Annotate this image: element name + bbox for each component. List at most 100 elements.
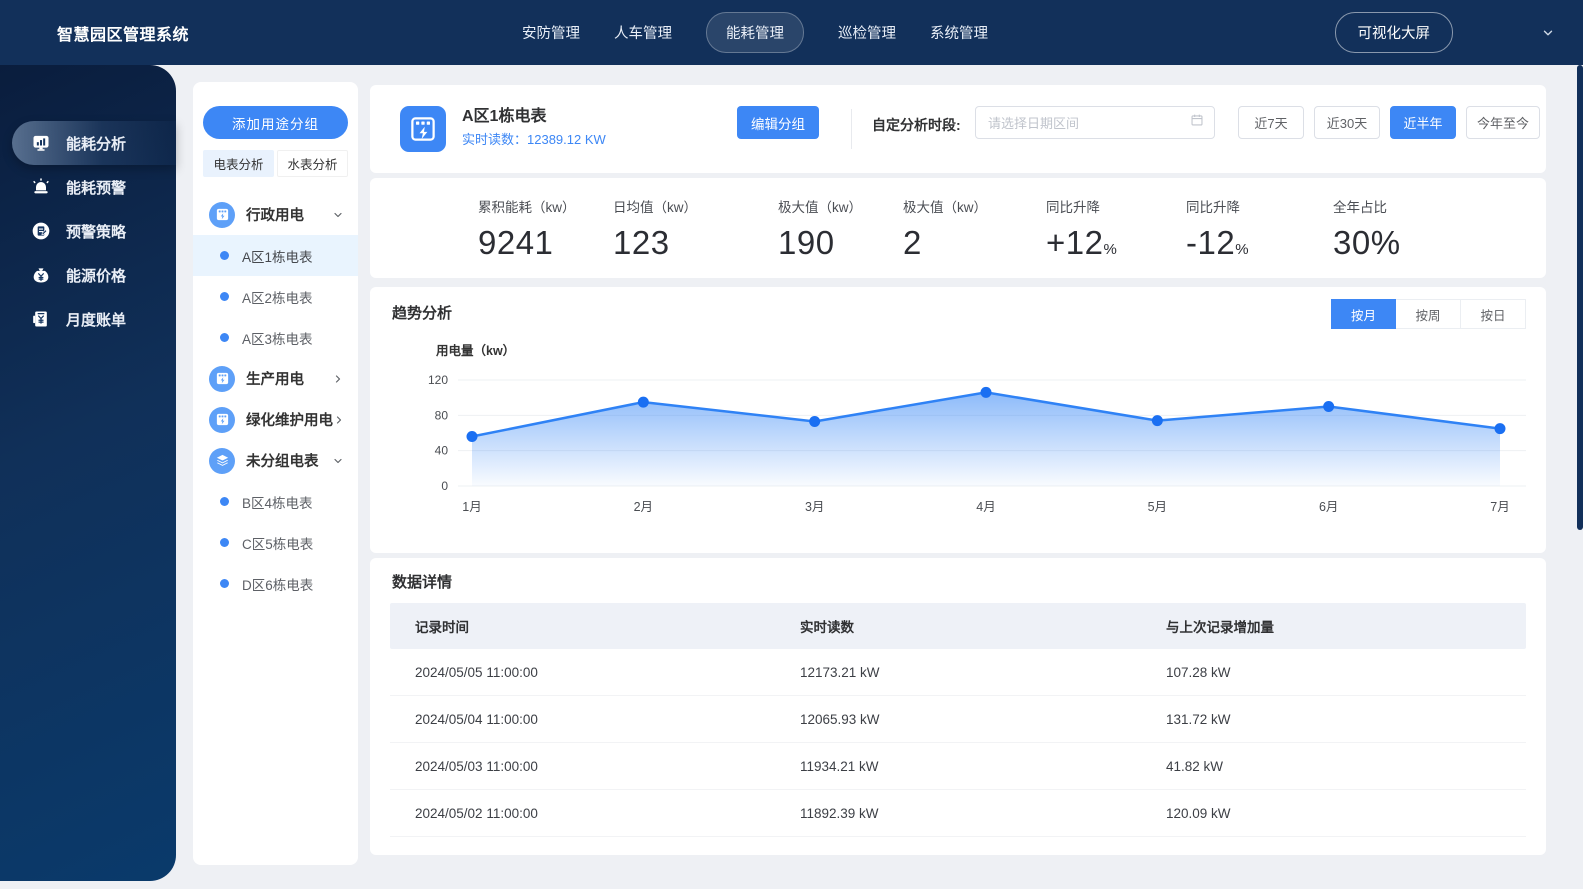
svg-text:2月: 2月 — [634, 500, 653, 514]
layers-icon — [209, 447, 235, 474]
meter-item-a1[interactable]: A区1栋电表 — [193, 235, 358, 276]
table-row[interactable]: 2024/05/05 11:00:00 12173.21 kW 107.28 k… — [390, 649, 1526, 696]
stat-yoy-down: 同比升降 -12% — [1186, 200, 1250, 261]
chevron-down-icon[interactable] — [1541, 26, 1555, 40]
bill-icon — [30, 308, 52, 330]
chevron-right-icon — [333, 414, 345, 426]
nav-vehicle[interactable]: 人车管理 — [614, 22, 672, 43]
strategy-doc-icon — [30, 220, 52, 242]
data-detail-card: 数据详情 记录时间 实时读数 与上次记录增加量 2024/05/05 11:00… — [370, 558, 1546, 855]
chevron-down-icon — [332, 209, 344, 221]
date-placeholder: 请选择日期区间 — [988, 116, 1080, 131]
visualization-screen-button[interactable]: 可视化大屏 — [1334, 12, 1453, 53]
sidebar-item-label: 预警策略 — [66, 223, 127, 241]
nav-energy[interactable]: 能耗管理 — [706, 12, 804, 53]
meter-type-tabs: 电表分析 水表分析 — [203, 150, 348, 177]
svg-text:6月: 6月 — [1319, 500, 1338, 514]
range-30days-button[interactable]: 近30天 — [1314, 106, 1380, 139]
group-label: 未分组电表 — [246, 454, 319, 470]
trend-area-chart: 用电量（kw） 0 40 80 120 1月 2月 3月 4月 5月 6月 7月 — [428, 343, 1526, 514]
app-title: 智慧园区管理系统 — [57, 26, 190, 44]
table-title: 数据详情 — [392, 574, 453, 591]
col-increment: 与上次记录增加量 — [1166, 620, 1274, 635]
bullet-dot-icon — [220, 251, 229, 260]
bullet-dot-icon — [220, 292, 229, 301]
sidebar-item-alert-strategy[interactable]: 预警策略 — [0, 209, 176, 253]
svg-text:用电量（kw）: 用电量（kw） — [435, 343, 515, 358]
meter-header-card: A区1栋电表 实时读数：12389.12 KW 编辑分组 自定分析时段: 请选择… — [370, 85, 1546, 173]
date-range-input[interactable]: 请选择日期区间 — [975, 106, 1215, 139]
stats-card: 累积能耗（kw） 9241 日均值（kw） 123 极大值（kw） 190 极大… — [370, 178, 1546, 278]
sidebar-item-monthly-bill[interactable]: 月度账单 — [0, 297, 176, 341]
meter-item-d6[interactable]: D区6栋电表 — [193, 563, 358, 604]
group-label: 生产用电 — [246, 372, 304, 388]
trend-card: 趋势分析 按月 按周 按日 用电量（kw） 0 40 80 120 1月 2月 3月 4月 5月 6… — [370, 287, 1546, 553]
add-usage-group-button[interactable]: 添加用途分组 — [203, 106, 348, 139]
svg-text:120: 120 — [428, 373, 448, 387]
tab-by-week[interactable]: 按周 — [1396, 299, 1461, 329]
table-row[interactable]: 2024/05/03 11:00:00 11934.21 kW 41.82 kW — [390, 743, 1526, 790]
svg-text:7月: 7月 — [1490, 500, 1509, 514]
range-7days-button[interactable]: 近7天 — [1238, 106, 1304, 139]
sidebar-item-label: 能耗分析 — [66, 135, 127, 153]
sidebar-item-energy-analysis[interactable]: 能耗分析 — [12, 121, 176, 165]
meter-group-list: 行政用电 A区1栋电表 A区2栋电表 A区3栋电表 生产用电 绿化维护用电 未分… — [193, 194, 358, 604]
chevron-right-icon — [332, 373, 344, 385]
nav-inspection[interactable]: 巡检管理 — [838, 22, 896, 43]
period-label: 自定分析时段: — [872, 117, 961, 133]
navbar-right: 可视化大屏 — [1334, 0, 1556, 65]
group-admin-power[interactable]: 行政用电 — [193, 194, 358, 235]
group-greening-power[interactable]: 绿化维护用电 — [193, 399, 358, 440]
edit-group-button[interactable]: 编辑分组 — [737, 106, 819, 139]
meter-item-b4[interactable]: B区4栋电表 — [193, 481, 358, 522]
bullet-dot-icon — [220, 538, 229, 547]
nav-system[interactable]: 系统管理 — [930, 22, 988, 43]
sidebar-item-energy-alert[interactable]: 能耗预警 — [0, 165, 176, 209]
electric-meter-icon — [209, 365, 235, 392]
electric-meter-icon — [209, 406, 235, 433]
sidebar-item-energy-price[interactable]: 能源价格 — [0, 253, 176, 297]
group-label: 绿化维护用电 — [246, 413, 333, 429]
money-bag-icon — [30, 264, 52, 286]
range-ytd-button[interactable]: 今年至今 — [1466, 106, 1540, 139]
meter-item-a3[interactable]: A区3栋电表 — [193, 317, 358, 358]
group-label: 行政用电 — [246, 208, 304, 224]
scrollbar-thumb[interactable] — [1577, 65, 1583, 530]
tab-by-month[interactable]: 按月 — [1331, 299, 1396, 329]
reading-label: 实时读数： — [462, 132, 528, 147]
range-half-year-button[interactable]: 近半年 — [1390, 106, 1456, 139]
group-ungrouped-meters[interactable]: 未分组电表 — [193, 440, 358, 481]
meter-item-a2[interactable]: A区2栋电表 — [193, 276, 358, 317]
tab-by-day[interactable]: 按日 — [1461, 299, 1526, 329]
tab-electric-analysis[interactable]: 电表分析 — [203, 150, 274, 177]
realtime-reading: 实时读数：12389.12 KW — [462, 129, 606, 148]
records-table: 记录时间 实时读数 与上次记录增加量 2024/05/05 11:00:00 1… — [390, 603, 1526, 837]
electric-meter-icon — [400, 106, 446, 152]
top-navbar: 智慧园区管理系统 安防管理 人车管理 能耗管理 巡检管理 系统管理 可视化大屏 — [0, 0, 1583, 65]
stat-yoy-up: 同比升降 +12% — [1046, 200, 1118, 261]
meter-item-c5[interactable]: C区5栋电表 — [193, 522, 358, 563]
bullet-dot-icon — [220, 497, 229, 506]
table-header-row: 记录时间 实时读数 与上次记录增加量 — [390, 603, 1526, 649]
table-row[interactable]: 2024/05/02 11:00:00 11892.39 kW 120.09 k… — [390, 790, 1526, 837]
table-row[interactable]: 2024/05/04 11:00:00 12065.93 kW 131.72 k… — [390, 696, 1526, 743]
stat-max-value: 极大值（kw） 190 — [778, 200, 862, 261]
calendar-icon — [1190, 113, 1204, 132]
sidebar-item-label: 能耗预警 — [66, 179, 127, 197]
bar-chart-board-icon — [30, 132, 52, 154]
stat-min-value: 极大值（kw） 2 — [903, 200, 987, 261]
stat-daily-average: 日均值（kw） 123 — [613, 200, 697, 261]
svg-text:3月: 3月 — [805, 500, 824, 514]
group-production-power[interactable]: 生产用电 — [193, 358, 358, 399]
svg-text:1月: 1月 — [462, 500, 481, 514]
stat-total-energy: 累积能耗（kw） 9241 — [478, 200, 576, 261]
svg-text:4月: 4月 — [976, 500, 995, 514]
svg-text:40: 40 — [435, 444, 449, 458]
trend-granularity-tabs: 按月 按周 按日 — [1331, 299, 1526, 329]
tab-water-analysis[interactable]: 水表分析 — [277, 150, 348, 177]
nav-security[interactable]: 安防管理 — [522, 22, 580, 43]
svg-text:0: 0 — [441, 479, 448, 493]
left-sidebar: 能耗分析 能耗预警 预警策略 能源价格 月度账单 — [0, 65, 176, 881]
trend-title: 趋势分析 — [392, 305, 453, 322]
main-nav: 安防管理 人车管理 能耗管理 巡检管理 系统管理 — [522, 0, 988, 65]
